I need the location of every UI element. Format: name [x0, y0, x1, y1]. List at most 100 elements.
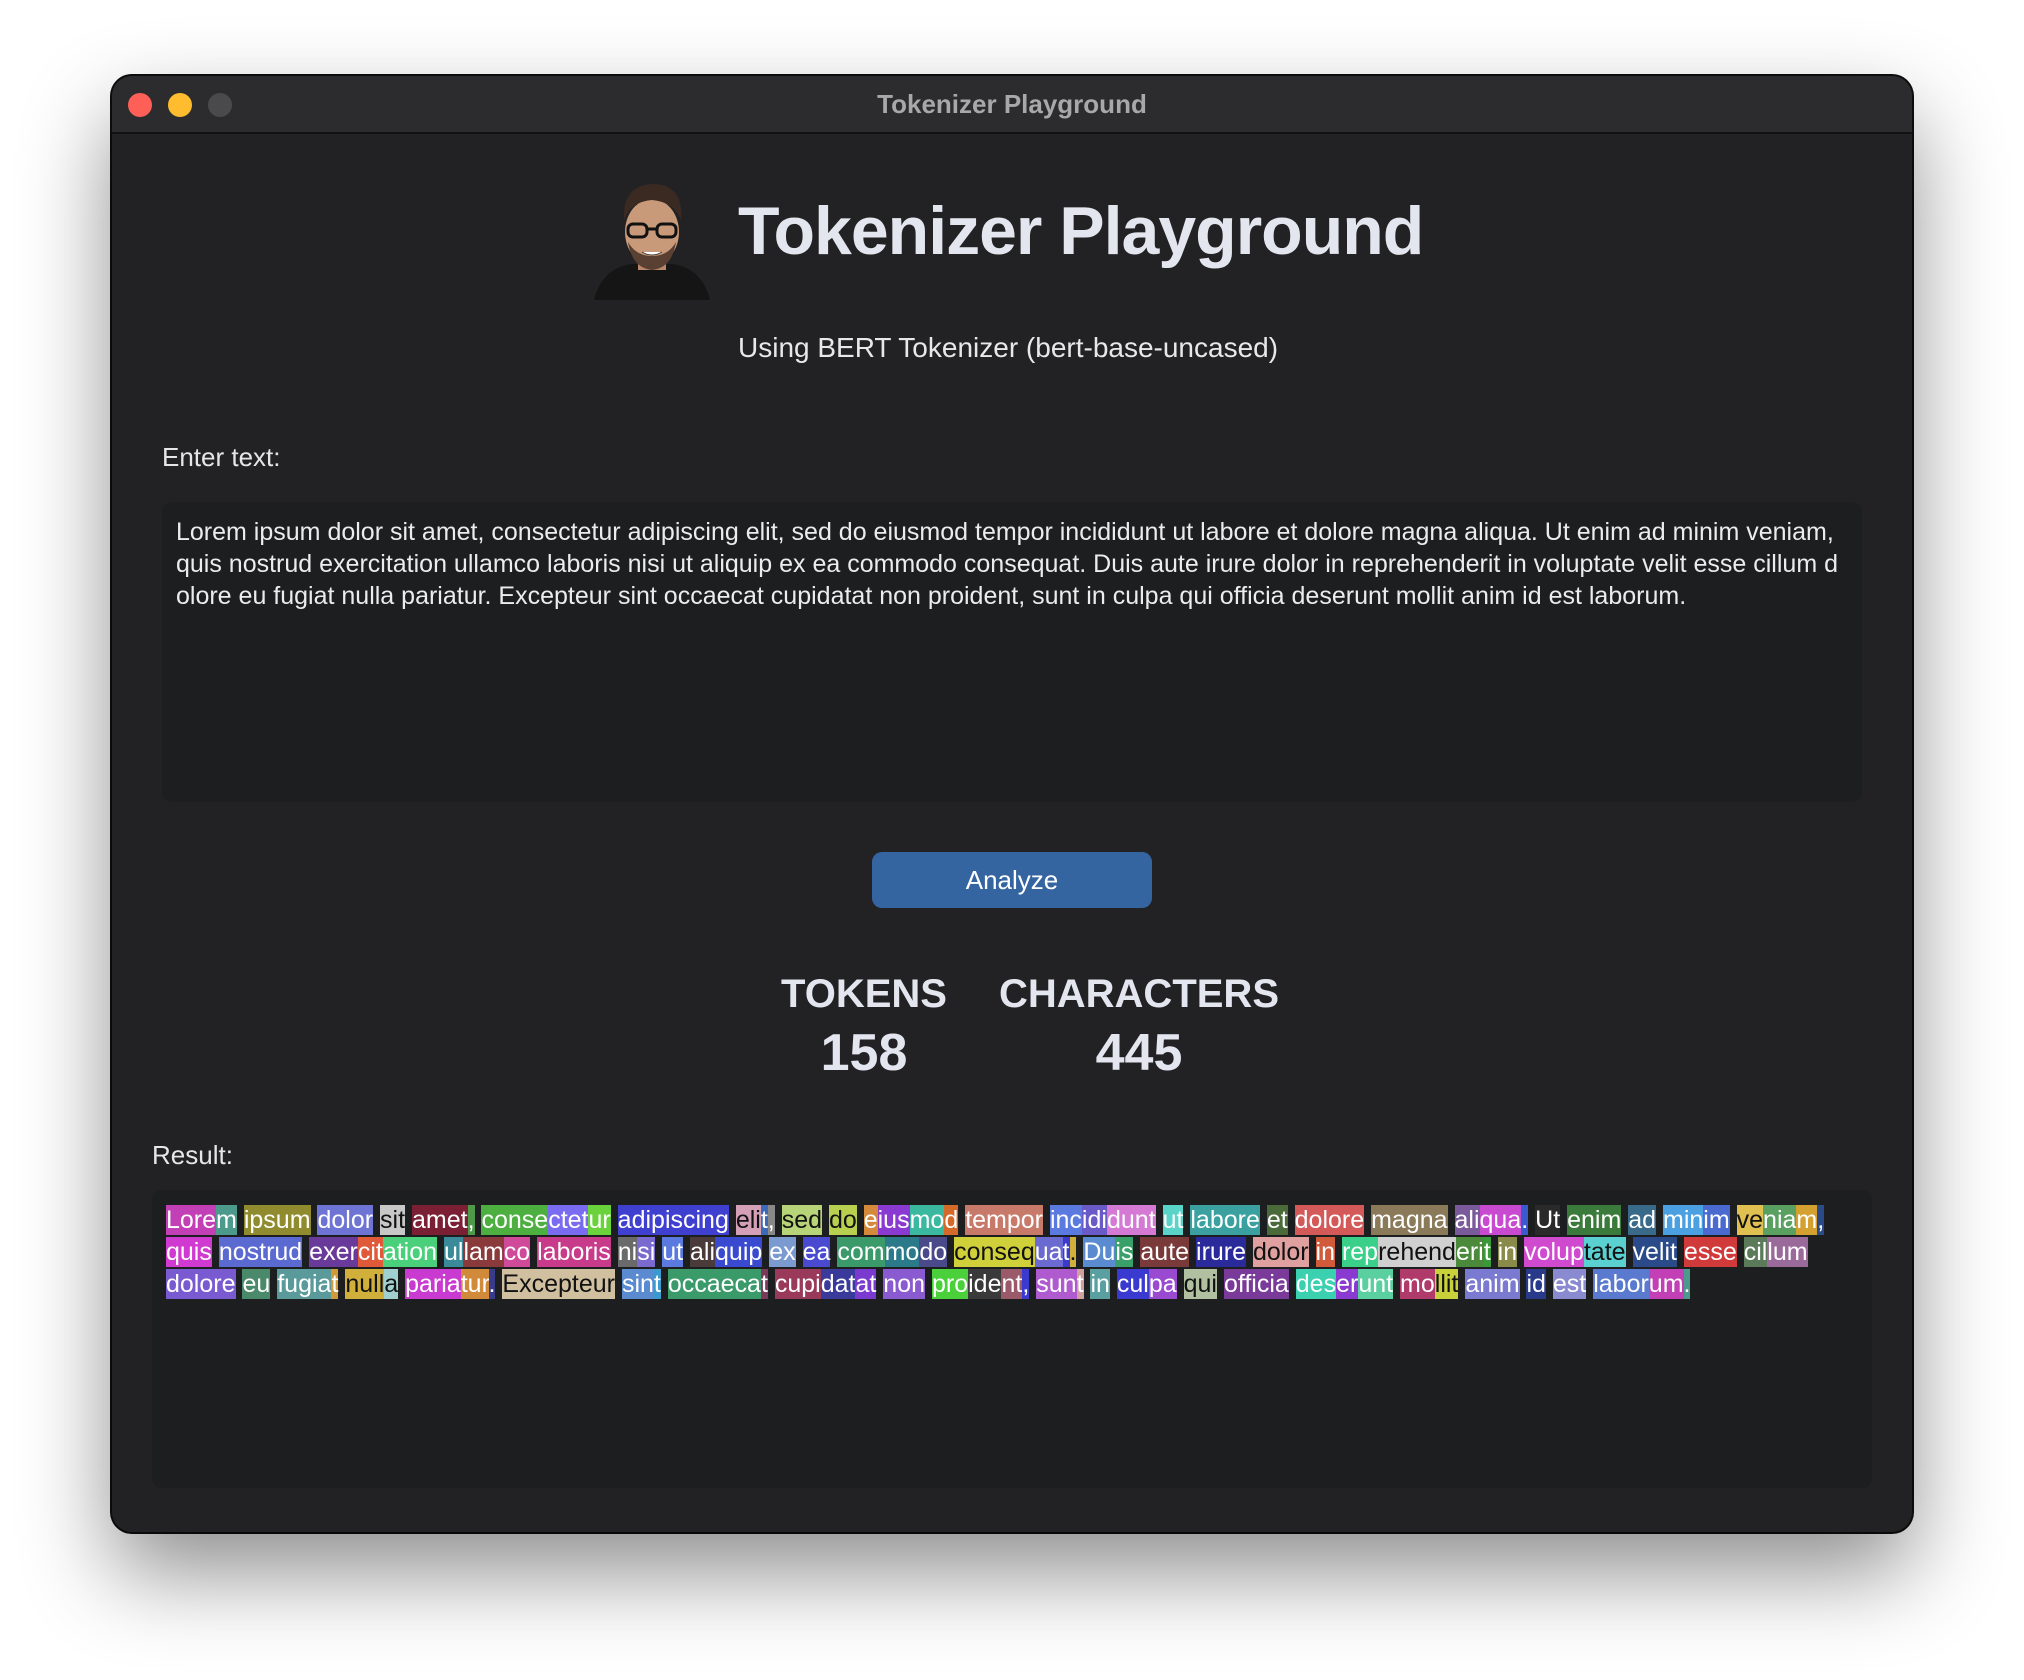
- result-label: Result:: [152, 1140, 233, 1170]
- token-chip: t: [760, 1269, 768, 1299]
- token-chip: mo: [884, 1237, 920, 1267]
- token-chip: com: [837, 1237, 885, 1267]
- token-chip: ,: [767, 1205, 775, 1235]
- token-chip: occaeca: [667, 1269, 761, 1299]
- token-chip: do: [828, 1205, 857, 1235]
- token-chip: anim: [1465, 1269, 1520, 1299]
- token-chip: tate: [1583, 1237, 1626, 1267]
- token-chip: t: [1062, 1237, 1070, 1267]
- token-chip: des: [1295, 1269, 1337, 1299]
- token-chip: in: [1090, 1269, 1110, 1299]
- token-chip: .: [1069, 1237, 1077, 1267]
- token-chip: idi: [1081, 1205, 1107, 1235]
- token-chip: in: [1315, 1237, 1335, 1267]
- token-chip: ation: [382, 1237, 438, 1267]
- token-chip: eu: [242, 1269, 271, 1299]
- token-chip: .: [1683, 1269, 1691, 1299]
- characters-label: CHARACTERS: [999, 972, 1279, 1016]
- token-chip: do: [919, 1237, 948, 1267]
- token-chip: id: [1526, 1269, 1546, 1299]
- app-header: Tokenizer Playground: [112, 172, 1912, 312]
- token-chip: um: [1648, 1269, 1684, 1299]
- token-chip: quis: [166, 1237, 212, 1267]
- token-chip: nt: [1001, 1269, 1023, 1299]
- token-chip: ,: [1817, 1205, 1825, 1235]
- token-chip: ad: [1628, 1205, 1657, 1235]
- token-chip: ius: [877, 1205, 910, 1235]
- token-chip: mo: [909, 1205, 945, 1235]
- token-chip: aute: [1140, 1237, 1190, 1267]
- token-chip: nia: [1763, 1205, 1797, 1235]
- token-chip: in: [1497, 1237, 1518, 1267]
- token-chip: dolor: [1252, 1237, 1309, 1267]
- token-chip: unt: [1358, 1269, 1394, 1299]
- token-chip: lam: [463, 1237, 504, 1267]
- tokens-label: TOKENS: [781, 972, 947, 1016]
- token-chip: ea: [802, 1237, 831, 1267]
- input-label: Enter text:: [162, 442, 281, 472]
- token-chip: m: [1796, 1205, 1818, 1235]
- token-chip: adipiscing: [617, 1205, 729, 1235]
- token-chip: dunt: [1106, 1205, 1156, 1235]
- token-chip: pa: [1148, 1269, 1177, 1299]
- token-chip: ut: [662, 1237, 684, 1267]
- token-chip: dolore: [1294, 1205, 1365, 1235]
- token-chip: sin: [621, 1269, 654, 1299]
- token-chip: t: [331, 1269, 339, 1299]
- token-chip: sit: [380, 1205, 406, 1235]
- token-chip: quip: [715, 1237, 763, 1267]
- token-chip: inc: [1049, 1205, 1082, 1235]
- app-window: Tokenizer Playground Tokenizer Playgroun…: [112, 76, 1912, 1532]
- token-chip: lum: [1767, 1237, 1808, 1267]
- token-chip: ipsum: [243, 1205, 311, 1235]
- tokens-stat: TOKENS 158: [764, 972, 964, 1083]
- token-chip: cit: [357, 1237, 383, 1267]
- token-chip: d: [944, 1205, 959, 1235]
- token-chip: si: [637, 1237, 656, 1267]
- analyze-button[interactable]: Analyze: [872, 852, 1152, 908]
- token-chip: t: [760, 1205, 768, 1235]
- token-chip: tempor: [965, 1205, 1043, 1235]
- token-chip: .: [1521, 1205, 1529, 1235]
- token-chip: cul: [1116, 1269, 1149, 1299]
- characters-count: 445: [1095, 1024, 1183, 1082]
- token-chip: Excepteur: [502, 1269, 615, 1299]
- token-chip: volup: [1524, 1237, 1584, 1267]
- token-chip: ni: [617, 1237, 638, 1267]
- token-chip: irure: [1196, 1237, 1247, 1267]
- token-chip: non: [883, 1269, 926, 1299]
- token-chip: tur: [460, 1269, 489, 1299]
- token-chip: conse: [481, 1205, 549, 1235]
- token-chip: dat: [820, 1269, 856, 1299]
- token-chip: ut: [1162, 1205, 1184, 1235]
- token-chip: ali: [1454, 1205, 1480, 1235]
- token-chip: ur: [588, 1205, 611, 1235]
- token-chip: qui: [1183, 1269, 1217, 1299]
- token-chip: .: [488, 1269, 496, 1299]
- token-chip: fugia: [277, 1269, 332, 1299]
- token-chip: ex: [769, 1237, 796, 1267]
- text-input[interactable]: Lorem ipsum dolor sit amet, consectetur …: [162, 502, 1862, 802]
- subtitle: Using BERT Tokenizer (bert-base-uncased): [738, 332, 1279, 363]
- token-chip: mo: [1400, 1269, 1435, 1299]
- token-chip: dolor: [317, 1205, 374, 1235]
- token-chip: ul: [443, 1237, 464, 1267]
- token-chip: ctet: [548, 1205, 589, 1235]
- token-chip: sun: [1036, 1269, 1077, 1299]
- token-chip: sed: [781, 1205, 822, 1235]
- token-chip: llit: [1434, 1269, 1459, 1299]
- tokens-count: 158: [820, 1024, 908, 1082]
- token-chip: ua: [1034, 1237, 1063, 1267]
- token-chip: t: [653, 1269, 661, 1299]
- token-chip: Lore: [166, 1205, 217, 1235]
- token-chip: laboris: [537, 1237, 611, 1267]
- token-chip: er: [1336, 1269, 1359, 1299]
- token-chip: exer: [309, 1237, 358, 1267]
- token-chip: a: [384, 1269, 399, 1299]
- avatar: [594, 184, 710, 300]
- token-chip: velit: [1632, 1237, 1677, 1267]
- token-chip: rep: [1341, 1237, 1379, 1267]
- title-bar: Tokenizer Playground: [112, 76, 1912, 134]
- token-chip: ,: [467, 1205, 475, 1235]
- token-chip: nostrud: [218, 1237, 303, 1267]
